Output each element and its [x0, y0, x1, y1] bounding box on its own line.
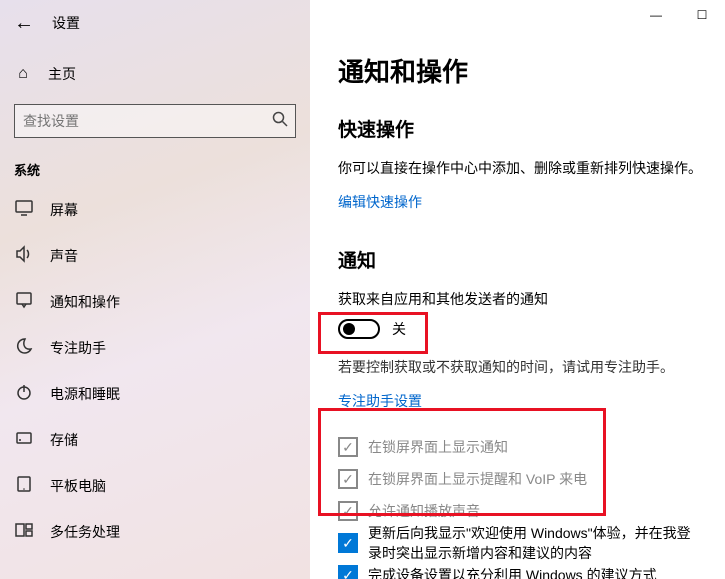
- home-icon: ⌂: [14, 65, 32, 83]
- sidebar-item-tablet[interactable]: 平板电脑: [0, 463, 310, 509]
- check-row-lockscreen-notify[interactable]: ✓ 在锁屏界面上显示通知: [338, 431, 725, 463]
- sidebar-item-multitask[interactable]: 多任务处理: [0, 509, 310, 555]
- sidebar-item-label: 存储: [50, 430, 78, 450]
- app-title: 设置: [52, 13, 80, 33]
- checkbox-icon: ✓: [338, 565, 358, 579]
- sidebar-item-label: 多任务处理: [50, 522, 120, 542]
- notify-icon: [14, 291, 34, 314]
- sidebar-item-storage[interactable]: 存储: [0, 417, 310, 463]
- sidebar-item-notifications[interactable]: 通知和操作: [0, 279, 310, 325]
- section-notifications: 通知: [338, 246, 725, 273]
- group-label-system: 系统: [0, 138, 310, 187]
- power-icon: [14, 383, 34, 406]
- sidebar: ← 设置 ⌂ 主页 系统 屏幕 声音: [0, 0, 310, 579]
- focus-help-text: 若要控制获取或不获取通知的时间，请试用专注助手。: [338, 357, 725, 377]
- home-label: 主页: [48, 64, 76, 84]
- check-label: 更新后向我显示"欢迎使用 Windows"体验，并在我登录时突出显示新增内容和建…: [368, 523, 698, 563]
- page-title: 通知和操作: [338, 52, 725, 89]
- search-input[interactable]: [14, 104, 296, 138]
- edit-quick-actions-link[interactable]: 编辑快速操作: [338, 192, 422, 212]
- sidebar-item-label: 通知和操作: [50, 292, 120, 312]
- content-pane: — ☐ 通知和操作 快速操作 你可以直接在操作中心中添加、删除或重新排列快速操作…: [310, 0, 725, 579]
- checkbox-icon: ✓: [338, 501, 358, 521]
- check-label: 完成设备设置以充分利用 Windows 的建议方式: [368, 565, 657, 579]
- search-icon[interactable]: [272, 111, 288, 131]
- storage-icon: [14, 429, 34, 452]
- sidebar-item-sound[interactable]: 声音: [0, 233, 310, 279]
- sidebar-item-label: 专注助手: [50, 338, 106, 358]
- toggle-state-label: 关: [392, 319, 406, 339]
- checkbox-icon: ✓: [338, 533, 358, 553]
- section-quick-actions: 快速操作: [338, 115, 725, 142]
- focus-assist-settings-link[interactable]: 专注助手设置: [338, 391, 422, 411]
- quick-desc: 你可以直接在操作中心中添加、删除或重新排列快速操作。: [338, 158, 725, 178]
- focus-icon: [14, 337, 34, 360]
- notifications-toggle[interactable]: [338, 319, 380, 339]
- notify-desc: 获取来自应用和其他发送者的通知: [338, 289, 725, 309]
- display-icon: [14, 199, 34, 222]
- search-wrap: [14, 104, 296, 138]
- sidebar-home[interactable]: ⌂ 主页: [0, 54, 310, 94]
- sidebar-item-label: 平板电脑: [50, 476, 106, 496]
- check-row-lockscreen-reminder[interactable]: ✓ 在锁屏界面上显示提醒和 VoIP 来电: [338, 463, 725, 495]
- sidebar-item-focus[interactable]: 专注助手: [0, 325, 310, 371]
- multitask-icon: [14, 521, 34, 544]
- sidebar-item-power[interactable]: 电源和睡眠: [0, 371, 310, 417]
- check-label: 允许通知播放声音: [368, 501, 480, 521]
- back-button[interactable]: ←: [14, 13, 34, 33]
- check-label: 在锁屏界面上显示通知: [368, 437, 508, 457]
- tablet-icon: [14, 475, 34, 498]
- sidebar-item-display[interactable]: 屏幕: [0, 187, 310, 233]
- sidebar-item-label: 声音: [50, 246, 78, 266]
- sidebar-item-label: 屏幕: [50, 200, 78, 220]
- sidebar-item-label: 电源和睡眠: [50, 384, 120, 404]
- sound-icon: [14, 245, 34, 268]
- toggle-knob: [343, 323, 355, 335]
- maximize-button[interactable]: ☐: [679, 0, 725, 30]
- check-label: 在锁屏界面上显示提醒和 VoIP 来电: [368, 469, 587, 489]
- checkbox-icon: ✓: [338, 469, 358, 489]
- minimize-button[interactable]: —: [633, 0, 679, 30]
- checkbox-icon: ✓: [338, 437, 358, 457]
- check-row-welcome[interactable]: ✓ 更新后向我显示"欢迎使用 Windows"体验，并在我登录时突出显示新增内容…: [338, 527, 725, 559]
